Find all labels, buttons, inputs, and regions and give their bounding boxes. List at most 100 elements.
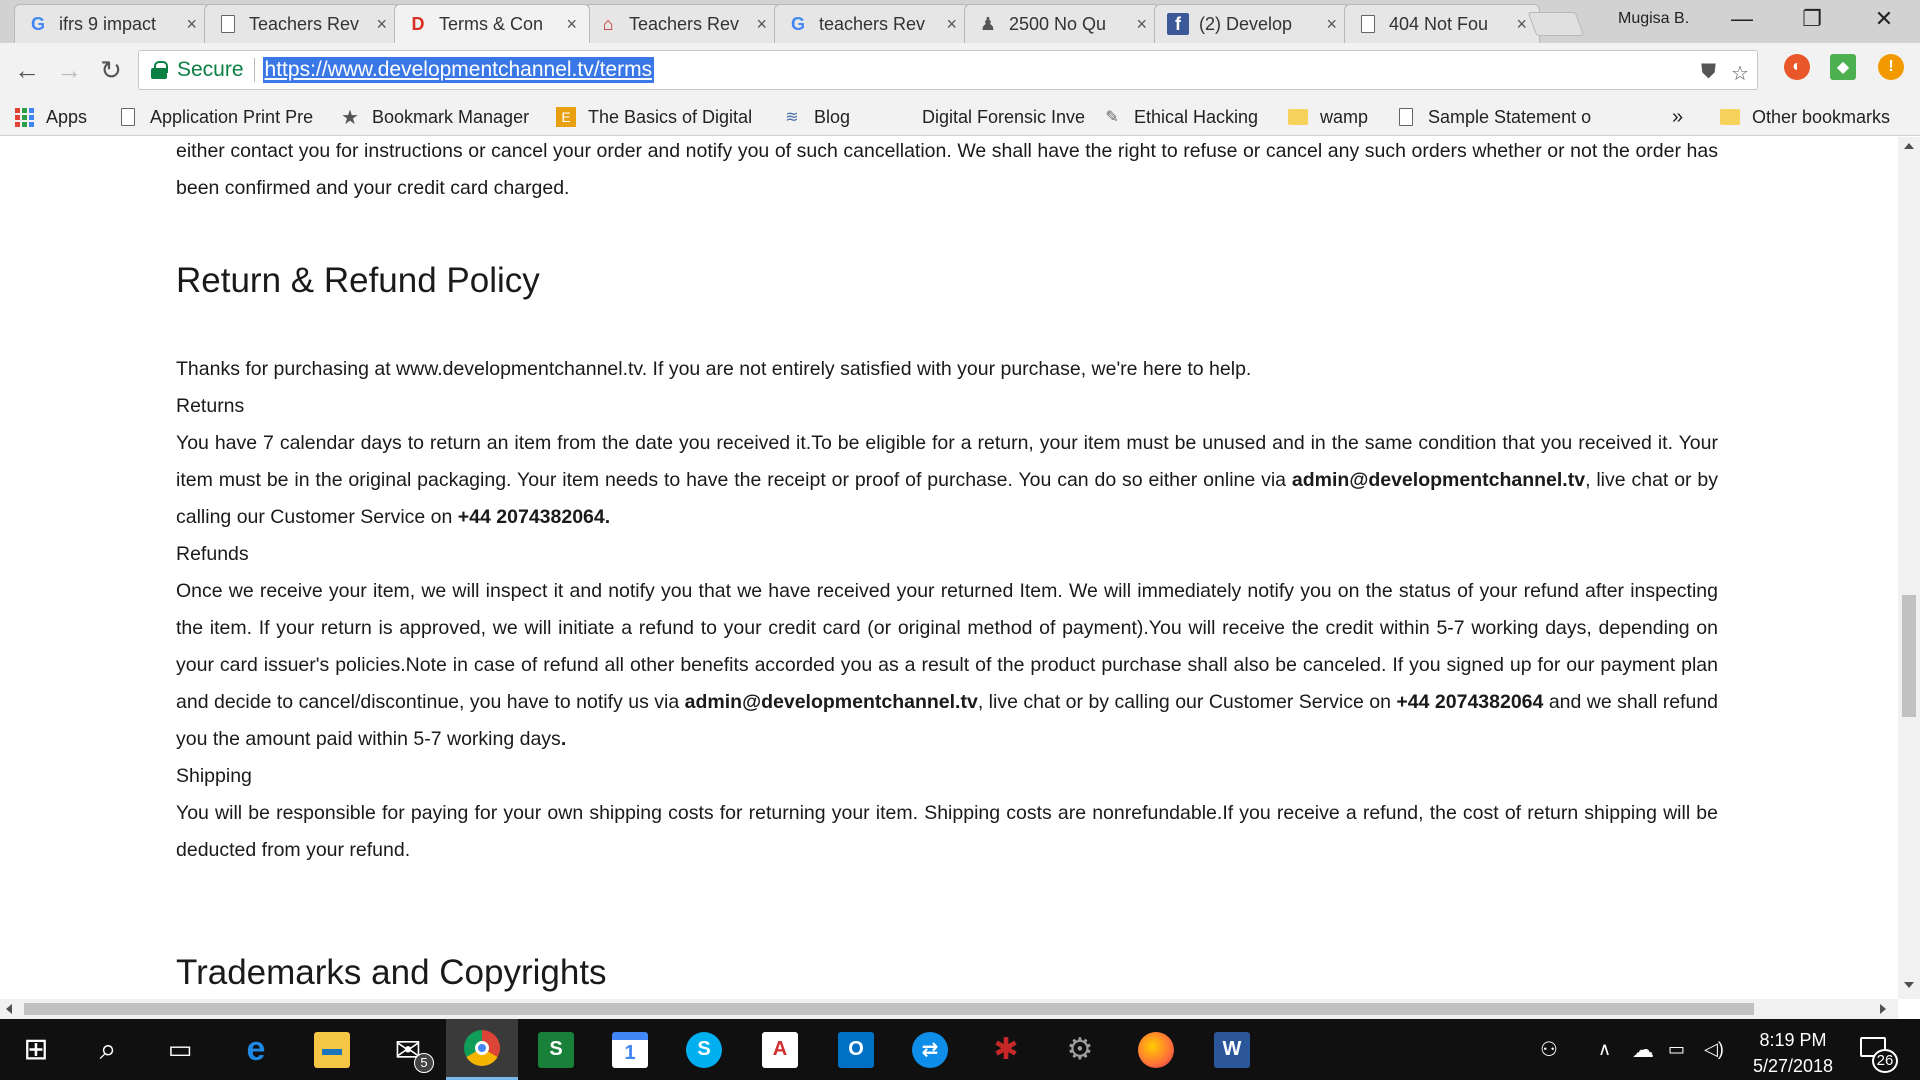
bookmark-sample-statement[interactable]: Sample Statement o xyxy=(1396,104,1602,130)
minimize-icon[interactable]: — xyxy=(1722,6,1762,32)
tray-overflow-chevron-icon[interactable]: ∧ xyxy=(1598,1019,1611,1080)
scroll-down-icon[interactable] xyxy=(1904,982,1914,988)
bookmarks-overflow-icon[interactable]: » xyxy=(1672,104,1683,130)
bookmark-basics-of-digital[interactable]: E The Basics of Digital xyxy=(556,104,762,130)
restore-icon[interactable]: ❐ xyxy=(1792,6,1832,32)
firefox-icon xyxy=(1138,1031,1174,1068)
taskbar-calendar[interactable]: 1 xyxy=(594,1019,666,1080)
bookmark-blog[interactable]: ≋ Blog xyxy=(782,104,850,130)
new-tab-button[interactable] xyxy=(1527,12,1585,36)
shipping-text: You will be responsible for paying for y… xyxy=(176,802,1718,861)
tab-close-icon[interactable]: × xyxy=(1136,14,1147,35)
taskbar-acrobat[interactable]: A xyxy=(744,1019,816,1080)
taskbar-file-explorer[interactable]: ▬ xyxy=(296,1019,368,1080)
onedrive-cloud-icon[interactable]: ☁ xyxy=(1632,1019,1654,1080)
address-bar[interactable]: Secure https://www.developmentchannel.tv… xyxy=(138,50,1758,90)
vertical-scroll-thumb[interactable] xyxy=(1902,595,1916,717)
bookmark-other-bookmarks[interactable]: Other bookmarks xyxy=(1720,104,1890,130)
tab-teachers-review[interactable]: Teachers Rev × xyxy=(204,4,400,43)
taskbar-teamviewer[interactable]: ⇄ xyxy=(894,1019,966,1080)
tab-close-icon[interactable]: × xyxy=(376,14,387,35)
bookmark-label: Sample Statement o xyxy=(1428,106,1592,127)
refunds-label: Refunds xyxy=(176,543,249,565)
bookmark-ethical-hacking[interactable]: ✎ Ethical Hacking xyxy=(1102,104,1258,130)
action-center-button[interactable]: 26 xyxy=(1856,1031,1898,1073)
task-view-button[interactable]: ▭ xyxy=(144,1019,216,1080)
tab-terms-and-conditions[interactable]: D Terms & Con × xyxy=(394,4,590,43)
bookmark-application-print[interactable]: Application Print Pre xyxy=(118,104,328,130)
taskbar-mail[interactable]: ✉ 5 xyxy=(372,1019,444,1080)
tab-close-icon[interactable]: × xyxy=(186,14,197,35)
update-available-icon[interactable]: ! xyxy=(1878,54,1904,80)
taskbar-chrome[interactable] xyxy=(446,1019,518,1080)
tab-close-icon[interactable]: × xyxy=(1516,14,1527,35)
tab-close-icon[interactable]: × xyxy=(946,14,957,35)
star-icon: ★ xyxy=(341,106,359,129)
profile-name[interactable]: Mugisa B. xyxy=(1618,10,1689,28)
returns-email-link[interactable]: admin@developmentchannel.tv xyxy=(1292,469,1585,491)
taskbar-clock[interactable]: 8:19 PM 5/27/2018 xyxy=(1738,1027,1848,1079)
spider-app-icon: ✱ xyxy=(993,1033,1019,1066)
network-icon[interactable]: ▭ xyxy=(1668,1019,1685,1080)
tab-teachers-review-search[interactable]: G teachers Rev × xyxy=(774,4,970,43)
bookmark-label: Blog xyxy=(814,106,851,127)
clock-date: 5/27/2018 xyxy=(1752,1056,1834,1076)
taskbar-firefox[interactable] xyxy=(1120,1019,1192,1080)
bookmarks-bar: Apps Application Print Pre ★ Bookmark Ma… xyxy=(0,98,1920,136)
bookmark-star-icon[interactable]: ☆ xyxy=(1731,61,1749,86)
folder-icon xyxy=(1288,107,1308,127)
returns-label: Returns xyxy=(176,395,245,417)
scroll-up-icon[interactable] xyxy=(1904,143,1914,149)
scroll-right-icon[interactable] xyxy=(1880,1004,1886,1014)
taskbar-word[interactable]: W xyxy=(1196,1019,1268,1080)
duckduckgo-extension-icon[interactable]: ◐ xyxy=(1784,54,1810,80)
tab-ifrs-9-impact[interactable]: G ifrs 9 impact × xyxy=(14,4,210,43)
horizontal-scrollbar[interactable] xyxy=(0,999,1898,1019)
tab-close-icon[interactable]: × xyxy=(756,14,767,35)
back-icon[interactable]: ← xyxy=(10,55,44,86)
reload-icon[interactable]: ↻ xyxy=(94,55,128,86)
wifi-icon: ≋ xyxy=(785,109,799,126)
taskbar-edge[interactable]: e xyxy=(220,1019,292,1080)
google-icon: G xyxy=(30,13,45,34)
bookmark-digital-forensic[interactable]: Digital Forensic Inve xyxy=(890,104,1086,130)
omnibox-divider xyxy=(253,58,255,82)
tab-facebook-develop[interactable]: f (2) Develop × xyxy=(1154,4,1350,43)
shipping-label: Shipping xyxy=(176,765,252,787)
taskbar-sheets[interactable]: S xyxy=(520,1019,592,1080)
shield-icon[interactable]: ⛊ xyxy=(1701,61,1716,84)
page-icon xyxy=(118,107,138,127)
close-window-icon[interactable]: ✕ xyxy=(1864,6,1904,32)
start-button[interactable]: ⊞ xyxy=(0,1019,72,1080)
group-icon: ♟ xyxy=(979,13,997,34)
refunds-email-link[interactable]: admin@developmentchannel.tv xyxy=(685,691,978,713)
tab-teachers-review-2[interactable]: ⌂ Teachers Rev × xyxy=(584,4,780,43)
taskbar-skype[interactable]: S xyxy=(668,1019,740,1080)
tab-404-not-found[interactable]: 404 Not Fou × xyxy=(1344,4,1540,43)
people-icon[interactable]: ⚇ xyxy=(1540,1019,1558,1080)
taskbar-tools-app[interactable]: ⚙ xyxy=(1044,1019,1116,1080)
search-button[interactable]: ⌕ xyxy=(72,1019,144,1080)
vertical-scrollbar[interactable] xyxy=(1898,137,1920,999)
google-icon: G xyxy=(790,13,805,34)
bookmark-bookmark-manager[interactable]: ★ Bookmark Manager xyxy=(340,104,529,130)
bookmark-label: Bookmark Manager xyxy=(372,106,530,127)
bookmark-label: The Basics of Digital xyxy=(588,106,753,127)
scroll-left-icon[interactable] xyxy=(6,1004,12,1014)
page-content: either contact you for instructions or c… xyxy=(0,137,1898,999)
volume-icon[interactable]: ◁) xyxy=(1704,1019,1724,1080)
bookmark-wamp[interactable]: wamp xyxy=(1288,104,1368,130)
taskbar-spider-app[interactable]: ✱ xyxy=(970,1019,1042,1080)
extension-icon[interactable]: ◆ xyxy=(1830,54,1856,80)
forward-icon[interactable]: → xyxy=(52,55,86,86)
thanks-text: Thanks for purchasing at www.development… xyxy=(176,358,1252,380)
bookmark-apps[interactable]: Apps xyxy=(14,104,87,130)
tab-2500-no-questions[interactable]: ♟ 2500 No Qu × xyxy=(964,4,1160,43)
url-text[interactable]: https://www.developmentchannel.tv/terms xyxy=(262,57,655,83)
tab-close-icon[interactable]: × xyxy=(566,14,577,35)
page-icon xyxy=(1357,13,1379,35)
trademarks-heading: Trademarks and Copyrights xyxy=(176,953,607,992)
taskbar-outlook[interactable]: O xyxy=(820,1019,892,1080)
horizontal-scroll-thumb[interactable] xyxy=(24,1003,1754,1015)
tab-close-icon[interactable]: × xyxy=(1326,14,1337,35)
